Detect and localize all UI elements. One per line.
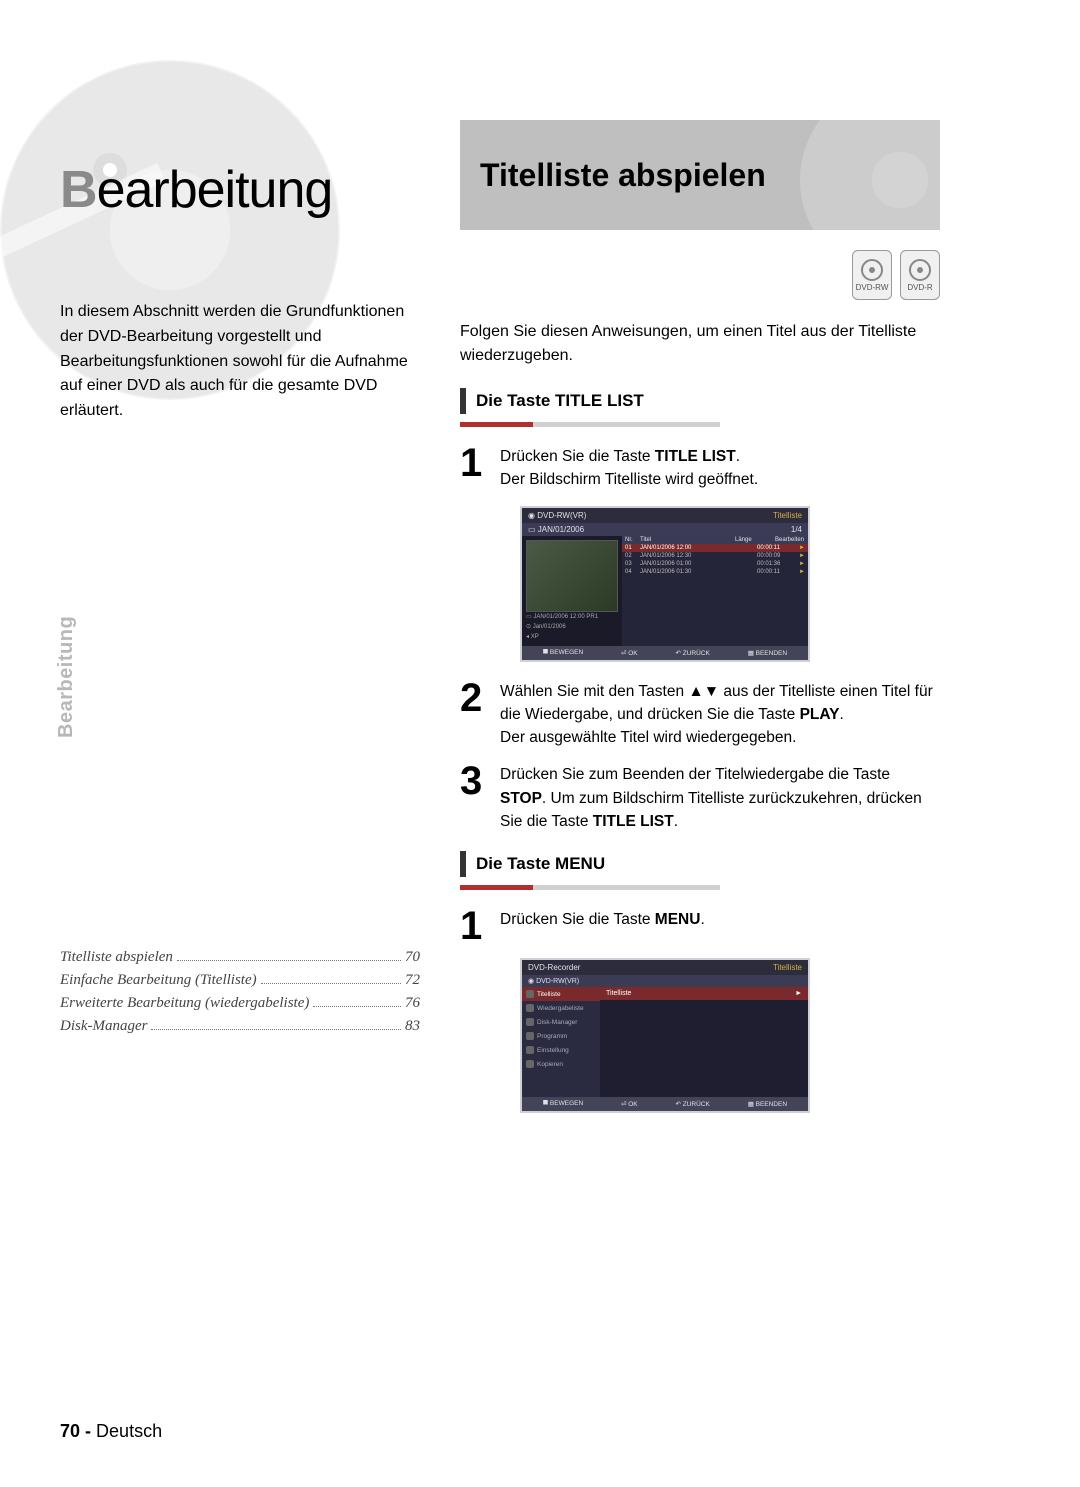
- subheading-menu: Die Taste MENU: [460, 851, 940, 877]
- accent-line: [460, 885, 720, 890]
- step-number: 2: [460, 680, 490, 750]
- step-2: 2 Wählen Sie mit den Tasten ▲▼ aus der T…: [460, 680, 940, 750]
- toc-row: Disk-Manager83: [60, 1018, 420, 1035]
- osd-titlelist-screenshot: ◉ DVD-RW(VR) Titelliste ▭ JAN/01/2006 1/…: [520, 506, 810, 662]
- step-number: 1: [460, 445, 490, 492]
- section-title: Titelliste abspielen: [480, 157, 766, 194]
- step-number: 1: [460, 908, 490, 944]
- badge-dvd-r: DVD-R: [900, 250, 940, 300]
- step-b1: 1 Drücken Sie die Taste MENU.: [460, 908, 940, 944]
- disc-type-badges: DVD-RW DVD-R: [460, 250, 940, 300]
- toc-row: Einfache Bearbeitung (Titelliste)72: [60, 972, 420, 989]
- section-banner: Titelliste abspielen: [460, 120, 940, 230]
- chapter-title: Bearbeitung: [60, 160, 420, 220]
- step-1: 1 Drücken Sie die Taste TITLE LIST. Der …: [460, 445, 940, 492]
- toc-row: Titelliste abspielen70: [60, 949, 420, 966]
- toc-row: Erweiterte Bearbeitung (wiedergabeliste)…: [60, 995, 420, 1012]
- accent-line: [460, 422, 720, 427]
- subheading-title-list: Die Taste TITLE LIST: [460, 388, 940, 414]
- step-number: 3: [460, 763, 490, 833]
- step-3: 3 Drücken Sie zum Beenden der Titelwiede…: [460, 763, 940, 833]
- badge-dvd-rw: DVD-RW: [852, 250, 892, 300]
- page-footer: 70 - Deutsch: [60, 1421, 162, 1442]
- section-lead: Folgen Sie diesen Anweisungen, um einen …: [460, 320, 940, 368]
- side-tab-label: Bearbeitung: [55, 616, 78, 738]
- osd-menu-screenshot: DVD-Recorder Titelliste ◉ DVD-RW(VR) Tit…: [520, 958, 810, 1113]
- chapter-intro: In diesem Abschnitt werden die Grundfunk…: [60, 300, 420, 424]
- table-of-contents: Titelliste abspielen70 Einfache Bearbeit…: [60, 943, 420, 1041]
